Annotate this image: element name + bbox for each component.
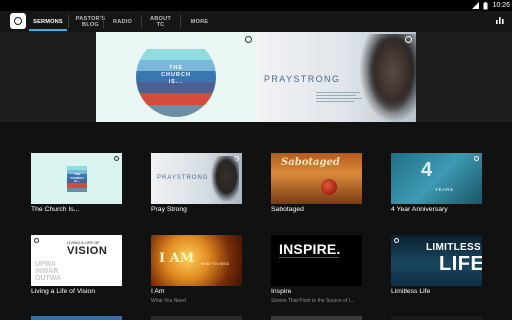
thumb-i-am-title: I AM xyxy=(159,251,195,266)
top-nav-bar: SERMONS PASTOR'S BLOG RADIO ABOUT TC MOR… xyxy=(0,11,512,32)
tab-more[interactable]: MORE xyxy=(181,11,218,32)
sermon-tile[interactable]: LIMITLESS LIFE Limitless Life xyxy=(391,235,482,295)
tab-radio[interactable]: RADIO xyxy=(104,11,141,32)
thumb-anniversary-label: YEARS xyxy=(435,187,454,192)
sermon-tile[interactable]: I AM WHAT YOU NEED I Am What You Need xyxy=(151,235,242,304)
sermon-tile[interactable]: INSPIRE. Inspire Stories That Point to t… xyxy=(271,235,362,304)
hero-church-line-3: IS... xyxy=(168,79,184,85)
app-logo[interactable] xyxy=(10,13,26,29)
sermon-tile[interactable]: LIVING A LIFE OF VISION UPWA INWAR OUTWA… xyxy=(31,235,122,295)
sermon-thumbnail: PRAYSTRONG xyxy=(151,153,242,204)
sermon-title: 4 Year Anniversary xyxy=(391,206,448,213)
thumb-vision-title: VISION xyxy=(67,245,108,257)
sermon-thumbnail: 4 YEARS xyxy=(391,153,482,204)
sermon-title: Sabotaged xyxy=(271,206,304,213)
thumb-sabotaged-title: Sabotaged xyxy=(281,157,340,168)
sermon-tile[interactable]: 4 YEARS 4 Year Anniversary xyxy=(391,153,482,213)
thumb-inspire-title: INSPIRE. xyxy=(279,241,341,257)
sermon-tile-peek[interactable] xyxy=(271,316,362,320)
sermon-subtitle: What You Need xyxy=(151,298,186,304)
sermon-tile-peek[interactable] xyxy=(391,316,482,320)
thumb-i-am-subtitle: WHAT YOU NEED xyxy=(201,262,230,266)
thumb-vision-side-2: INWAR xyxy=(35,268,59,275)
thumb-anniversary-number: 4 xyxy=(421,159,433,181)
hero-church-title: THE CHURCH IS... xyxy=(136,65,216,86)
pray-strong-face xyxy=(368,38,412,114)
battery-icon xyxy=(483,1,488,9)
thumb-church-title: THE CHURCH IS... xyxy=(67,172,87,184)
apple-artwork xyxy=(321,179,337,195)
thumb-inspire-rule xyxy=(279,257,339,258)
active-tab-indicator xyxy=(29,29,67,31)
sermon-thumbnail: LIVING A LIFE OF VISION UPWA INWAR OUTWA xyxy=(31,235,122,286)
sermon-tile[interactable]: THE CHURCH IS... The Church Is... xyxy=(31,153,122,213)
hero-card-pray-strong[interactable]: PRAYSTRONG xyxy=(256,32,416,122)
thumb-limitless-title: LIFE xyxy=(439,253,482,275)
church-logo-icon xyxy=(405,36,412,43)
logo-mark-icon xyxy=(14,17,22,25)
sermon-title: Living a Life of Vision xyxy=(31,288,96,295)
church-logo-icon xyxy=(474,156,479,161)
sermon-subtitle: Stories That Point to the Source of I... xyxy=(271,298,355,304)
sermon-title: I Am xyxy=(151,288,165,295)
sermon-title: Inspire xyxy=(271,288,292,295)
status-bar: 10:26 xyxy=(0,0,512,11)
church-logo-icon xyxy=(34,238,39,243)
sermon-thumbnail: I AM WHAT YOU NEED xyxy=(151,235,242,286)
tab-about-tc[interactable]: ABOUT TC xyxy=(142,11,179,32)
sermon-thumbnail: Sabotaged xyxy=(271,153,362,204)
stats-chart-icon[interactable] xyxy=(496,16,504,24)
thumb-church-line-3: IS... xyxy=(74,179,80,184)
sermon-thumbnail: THE CHURCH IS... xyxy=(31,153,122,204)
thumb-pray-strong-title: PRAYSTRONG xyxy=(157,175,209,181)
status-icons: 10:26 xyxy=(472,1,510,10)
sermon-tile-peek[interactable] xyxy=(31,316,122,320)
signal-icon xyxy=(472,2,480,9)
hero-pray-strong-title: PRAYSTRONG xyxy=(264,74,341,84)
sermon-title: The Church Is... xyxy=(31,206,80,213)
hero-card-the-church-is[interactable]: THE CHURCH IS... xyxy=(96,32,256,122)
hero-church-line-1: THE xyxy=(169,65,183,71)
pray-strong-portrait xyxy=(211,156,239,202)
thumb-vision-side-1: UPWA xyxy=(35,261,56,268)
sermon-tile[interactable]: Sabotaged Sabotaged xyxy=(271,153,362,213)
thumb-limitless-top: LIMITLESS xyxy=(426,242,481,253)
status-time: 10:26 xyxy=(492,2,510,9)
sermon-tile-peek[interactable] xyxy=(151,316,242,320)
hero-church-line-2: CHURCH xyxy=(161,72,191,78)
thumb-vision-side: UPWA INWAR OUTWA xyxy=(35,261,61,282)
pray-strong-scripture-lines xyxy=(316,92,364,104)
the-church-is-artwork: THE CHURCH IS... xyxy=(67,166,87,192)
sermon-thumbnail: LIMITLESS LIFE xyxy=(391,235,482,286)
sermon-title: Limitless Life xyxy=(391,288,431,295)
church-logo-icon xyxy=(394,238,399,243)
sermon-tile[interactable]: PRAYSTRONG Pray Strong xyxy=(151,153,242,213)
sermon-thumbnail: INSPIRE. xyxy=(271,235,362,286)
church-logo-icon xyxy=(114,156,119,161)
sermon-title: Pray Strong xyxy=(151,206,187,213)
the-church-is-artwork: THE CHURCH IS... xyxy=(136,37,216,117)
thumb-vision-side-3: OUTWA xyxy=(35,275,62,282)
church-logo-icon xyxy=(245,36,252,43)
